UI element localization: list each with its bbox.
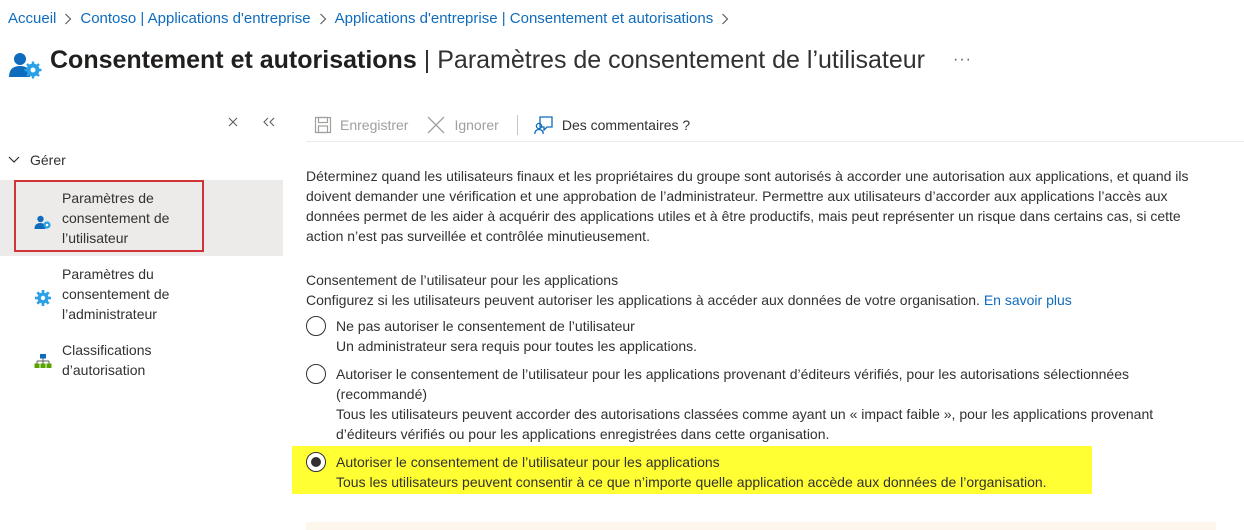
sidebar-item-permission-classifications[interactable]: Classifications d’autorisation bbox=[0, 332, 283, 388]
option-allow-all[interactable]: Autoriser le consentement de l’utilisate… bbox=[306, 452, 1216, 492]
radio-button-selected[interactable] bbox=[306, 452, 326, 472]
option-text: Autoriser le consentement de l’utilisate… bbox=[336, 452, 1047, 492]
sidebar-controls bbox=[226, 114, 276, 130]
option-no-consent[interactable]: Ne pas autoriser le consentement de l’ut… bbox=[306, 316, 1216, 356]
group-description-text: Configurez si les utilisateurs peuvent a… bbox=[306, 292, 980, 308]
save-icon bbox=[314, 116, 332, 133]
close-icon[interactable] bbox=[226, 114, 240, 130]
command-bar: Enregistrer Ignorer Des commentaires ? bbox=[306, 108, 1244, 142]
breadcrumb-home[interactable]: Accueil bbox=[8, 10, 56, 27]
group-title: Consentement de l’utilisateur pour les a… bbox=[306, 272, 619, 288]
option-description: Un administrateur sera requis pour toute… bbox=[336, 338, 698, 354]
sidebar-item-label: Paramètres du consentement de l’administ… bbox=[62, 266, 170, 322]
chevron-right-icon bbox=[721, 13, 729, 25]
group-description: Configurez si les utilisateurs peuvent a… bbox=[306, 290, 1216, 310]
save-button[interactable]: Enregistrer bbox=[314, 116, 408, 134]
more-options-button[interactable]: ··· bbox=[953, 51, 972, 69]
sidebar-section-manage[interactable]: Gérer bbox=[8, 152, 66, 168]
callout-highlight bbox=[14, 180, 204, 252]
radio-button[interactable] bbox=[306, 364, 326, 384]
discard-button[interactable]: Ignorer bbox=[426, 115, 499, 135]
learn-more-link[interactable]: En savoir plus bbox=[984, 292, 1072, 308]
user-gear-icon bbox=[9, 53, 42, 79]
radio-button[interactable] bbox=[306, 316, 326, 336]
chevron-down-icon bbox=[8, 156, 20, 164]
page-subtitle: Paramètres de consentement de l’utilisat… bbox=[437, 45, 925, 74]
toolbar-divider bbox=[516, 114, 518, 135]
feedback-button[interactable]: Des commentaires ? bbox=[533, 115, 691, 135]
user-consent-group: Consentement de l’utilisateur pour les a… bbox=[306, 270, 1216, 492]
hierarchy-icon bbox=[34, 354, 52, 368]
info-banner bbox=[306, 522, 1216, 530]
option-title: Autoriser le consentement de l’utilisate… bbox=[336, 366, 1129, 402]
breadcrumb: Accueil Contoso | Applications d'entrepr… bbox=[8, 10, 737, 27]
sidebar-item-admin-consent[interactable]: Paramètres du consentement de l’administ… bbox=[0, 256, 283, 332]
save-label: Enregistrer bbox=[340, 116, 409, 133]
option-title: Ne pas autoriser le consentement de l’ut… bbox=[336, 318, 635, 334]
chevron-right-icon bbox=[319, 13, 327, 25]
page-description: Déterminez quand les utilisateurs finaux… bbox=[306, 168, 1189, 244]
gear-icon bbox=[35, 290, 51, 306]
feedback-label: Des commentaires ? bbox=[561, 116, 691, 133]
chevron-right-icon bbox=[64, 13, 72, 25]
breadcrumb-enterprise-apps[interactable]: Contoso | Applications d'entreprise bbox=[80, 10, 310, 27]
option-description: Tous les utilisateurs peuvent accorder d… bbox=[336, 406, 1154, 442]
close-icon bbox=[428, 116, 445, 133]
option-text: Autoriser le consentement de l’utilisate… bbox=[336, 364, 1216, 444]
main-content: Déterminez quand les utilisateurs finaux… bbox=[306, 166, 1216, 492]
option-title: Autoriser le consentement de l’utilisate… bbox=[336, 454, 720, 470]
breadcrumb-consent[interactable]: Applications d'entreprise | Consentement… bbox=[335, 10, 714, 27]
collapse-sidebar-icon[interactable] bbox=[262, 114, 276, 130]
radio-dot bbox=[311, 457, 321, 467]
title-separator: | bbox=[423, 45, 431, 74]
option-description: Tous les utilisateurs peuvent consentir … bbox=[336, 474, 1047, 490]
discard-label: Ignorer bbox=[454, 116, 499, 133]
option-verified-publishers[interactable]: Autoriser le consentement de l’utilisate… bbox=[306, 364, 1216, 444]
page-title: Consentement et autorisations bbox=[50, 45, 417, 74]
option-text: Ne pas autoriser le consentement de l’ut… bbox=[336, 316, 697, 356]
sidebar-section-label: Gérer bbox=[30, 152, 66, 168]
feedback-icon bbox=[533, 115, 553, 134]
page-header: Consentement et autorisations | Paramètr… bbox=[8, 40, 972, 80]
sidebar-item-label: Classifications d’autorisation bbox=[62, 342, 152, 378]
